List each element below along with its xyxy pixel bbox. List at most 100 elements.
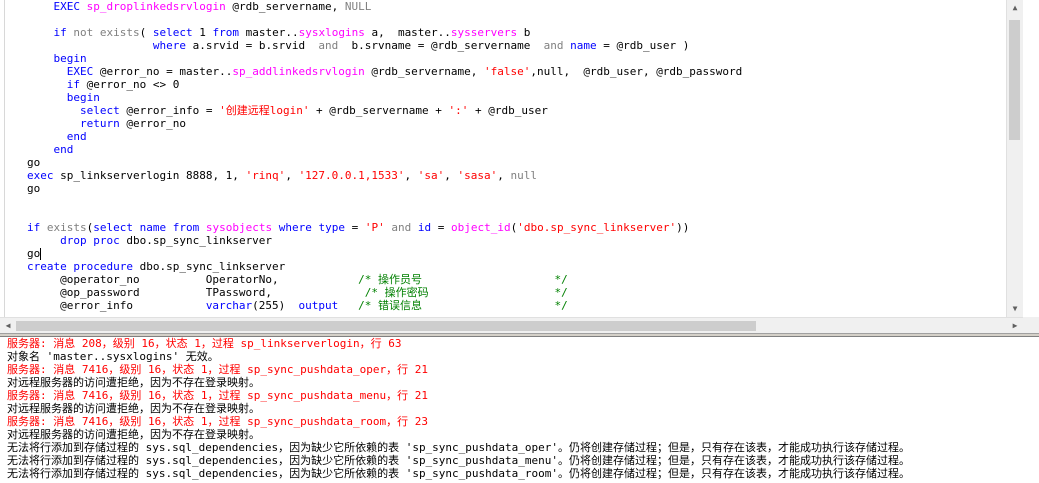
message-line: 对远程服务器的访问遭拒绝，因为不存在登录映射。 [7,402,260,415]
code-line[interactable] [27,13,1023,26]
code-line[interactable]: go [27,156,1023,169]
code-token: select [152,26,193,39]
code-token: dbo.sp_sync_linkserver [119,234,273,247]
code-token: name [139,221,167,234]
code-token: go [27,247,41,260]
code-token: /* 错误信息 */ [358,299,568,312]
code-line[interactable]: end [27,143,1023,156]
code-line[interactable]: select @error_info = '创建远程login' + @rdb_… [27,104,1023,117]
code-token: @error_no = master.. [93,65,233,78]
code-token: NULL [344,0,372,13]
code-line[interactable]: begin [27,52,1023,65]
code-line[interactable]: if not exists( select 1 from master..sys… [27,26,1023,39]
code-token: go [27,156,41,169]
code-token: from [172,221,200,234]
code-token: return [79,117,120,130]
code-line[interactable]: where a.srvid = b.srvid and b.srvname = … [27,39,1023,52]
code-token: id [417,221,432,234]
code-line[interactable]: drop proc dbo.sp_sync_linkserver [27,234,1023,247]
code-token: @error_info [27,299,206,312]
code-line[interactable]: @error_info varchar(255) output /* 错误信息 … [27,299,1023,312]
code-token: b [517,26,531,39]
code-token: , [444,169,458,182]
query-editor[interactable]: EXEC sp_droplinkedsrvlogin @rdb_serverna… [0,0,1023,317]
code-line[interactable]: EXEC sp_droplinkedsrvlogin @rdb_serverna… [27,0,1023,13]
code-line[interactable]: @op_password TPassword, /* 操作密码 */ [27,286,1023,299]
code-token: sysxlogins [298,26,365,39]
code-token: @error_no [119,117,186,130]
code-token: ( [139,26,153,39]
message-line: 对象名 'master..sysxlogins' 无效。 [7,350,219,363]
code-line[interactable] [27,208,1023,221]
scrollbar-corner [1023,317,1039,333]
code-line[interactable]: if exists(select name from sysobjects wh… [27,221,1023,234]
editor-horizontal-scrollbar[interactable]: ◀ ▶ [0,317,1023,334]
scroll-down-icon[interactable]: ▼ [1007,301,1023,317]
code-token: where [152,39,186,52]
code-token: if [66,78,80,91]
code-token: ,null, @rdb_user, @rdb_password [530,65,743,78]
code-token: sp_addlinkedsrvlogin [232,65,365,78]
code-token: 1 [192,26,213,39]
code-line[interactable]: exec sp_linkserverlogin 8888, 1, 'rinq',… [27,169,1023,182]
code-token: b.srvname = @rdb_servername [338,39,544,52]
code-line[interactable] [27,195,1023,208]
code-line[interactable]: end [27,130,1023,143]
code-token: select [93,221,133,234]
code-line[interactable]: begin [27,91,1023,104]
messages-pane[interactable]: 服务器: 消息 208，级别 16，状态 1，过程 sp_linkserverl… [0,337,1039,483]
text-caret [40,248,42,260]
code-token: = [431,221,451,234]
code-token: EXEC [53,0,81,13]
code-token: if [27,221,41,234]
message-line: 对远程服务器的访问遭拒绝，因为不存在登录映射。 [7,376,260,389]
message-line: 无法将行添加到存储过程的 sys.sql_dependencies，因为缺少它所… [7,441,911,454]
code-token: ':' [448,104,469,117]
code-token: not exists [73,26,140,39]
code-token: + @rdb_user [468,104,548,117]
error-message-line: 服务器: 消息 7416，级别 16，状态 1，过程 sp_sync_pushd… [7,363,429,376]
code-token: @error_no <> 0 [80,78,180,91]
code-token: , [285,169,299,182]
scroll-right-icon[interactable]: ▶ [1007,318,1023,334]
code-token: @error_info = [119,104,220,117]
scroll-up-icon[interactable]: ▲ [1007,0,1023,16]
code-line[interactable]: return @error_no [27,117,1023,130]
code-line[interactable]: @operator_no OperatorNo, /* 操作员号 */ [27,273,1023,286]
code-line[interactable]: go [27,182,1023,195]
horizontal-scroll-thumb[interactable] [16,321,756,331]
code-token: and [318,39,339,52]
message-line: 对远程服务器的访问遭拒绝，因为不存在登录映射。 [7,428,260,441]
editor-vertical-scrollbar[interactable]: ▲ ▼ [1006,0,1023,317]
code-token: @rdb_servername, [225,0,345,13]
code-area[interactable]: EXEC sp_droplinkedsrvlogin @rdb_serverna… [27,0,1023,312]
code-token: = @rdb_user ) [596,39,690,52]
code-token: name [570,39,597,52]
code-line[interactable]: EXEC @error_no = master..sp_addlinkedsrv… [27,65,1023,78]
code-token: @op_password TPassword, [27,286,365,299]
code-line[interactable]: go [27,247,1023,260]
code-token: 'dbo.sp_sync_linkserver' [517,221,677,234]
code-token: a.srvid = b.srvid [185,39,319,52]
code-token: a, master.. [364,26,451,39]
code-token: object_id [450,221,511,234]
code-line[interactable]: create procedure dbo.sp_sync_linkserver [27,260,1023,273]
code-token: type [318,221,345,234]
code-line[interactable]: if @error_no <> 0 [27,78,1023,91]
code-token: EXEC [66,65,94,78]
scroll-left-icon[interactable]: ◀ [0,318,16,334]
vertical-scroll-thumb[interactable] [1009,20,1020,140]
code-token: from [212,26,239,39]
